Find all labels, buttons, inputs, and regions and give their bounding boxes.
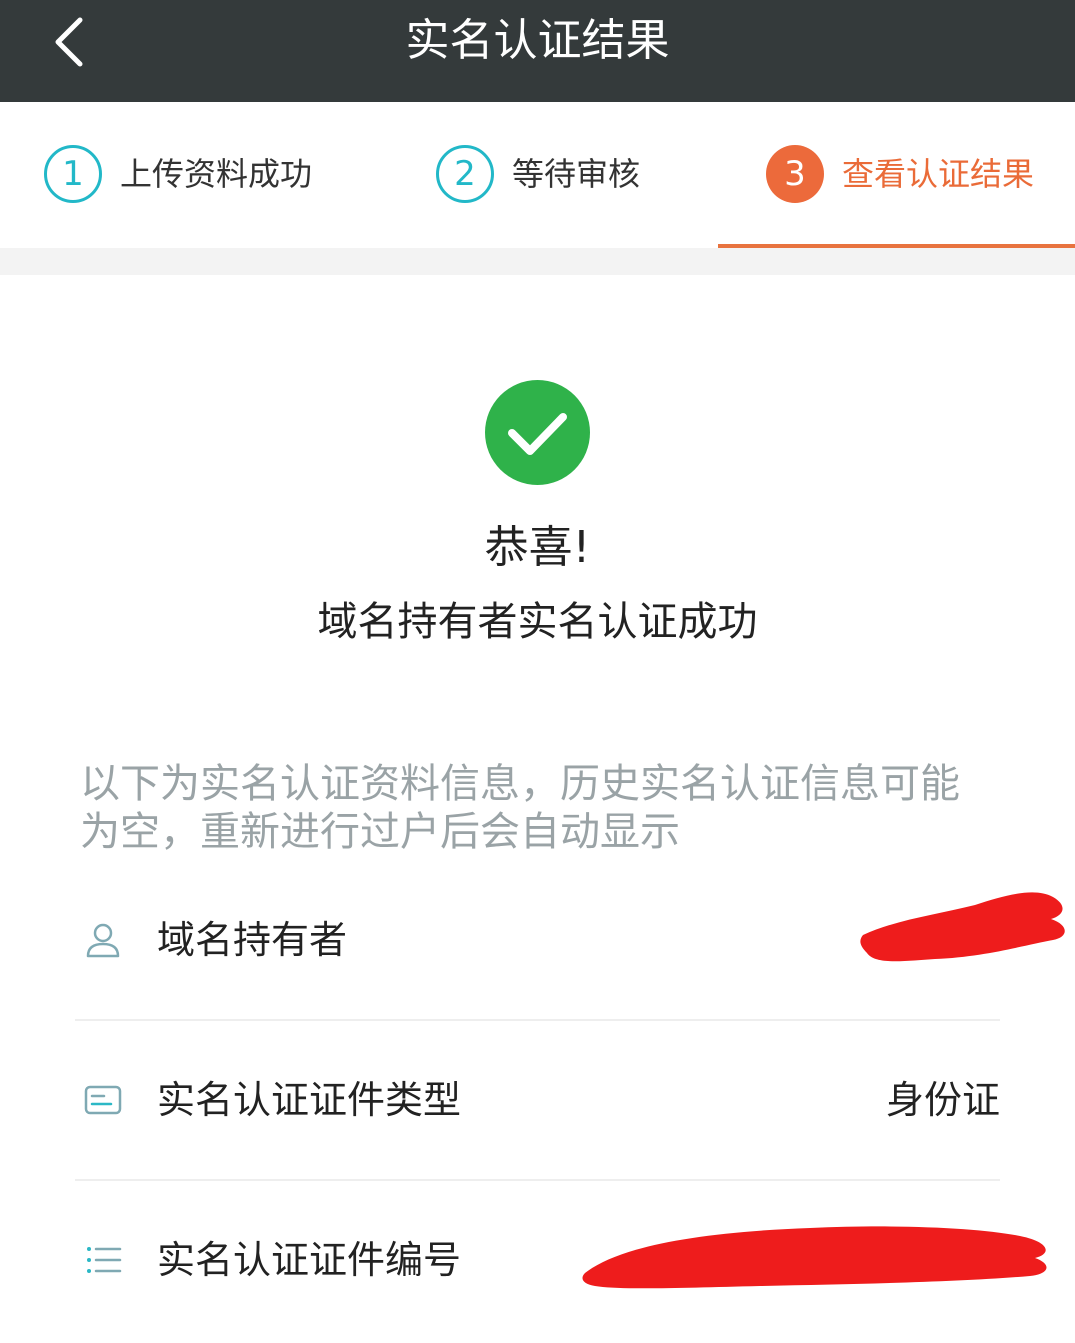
step-number-badge: 1 [44, 145, 102, 203]
detail-value: 身份证 [885, 1078, 1000, 1122]
step-number-badge: 2 [436, 145, 494, 203]
success-check-icon [485, 380, 590, 485]
title-bar: 实名认证结果 [0, 0, 1075, 102]
row-divider [75, 1019, 1000, 1021]
step-label: 查看认证结果 [842, 155, 1035, 193]
detail-row-id-type: 实名认证证件类型 身份证 [75, 1060, 1000, 1140]
detail-label: 实名认证证件编号 [157, 1238, 462, 1282]
step-progress-bar: 1 上传资料成功 2 等待审核 3 查看认证结果 [0, 102, 1075, 249]
congrats-heading: 恭喜! [484, 522, 591, 573]
page-title: 实名认证结果 [405, 15, 670, 66]
step-label: 等待审核 [512, 155, 641, 193]
id-card-icon [84, 1085, 122, 1115]
redaction-mark [582, 1226, 1047, 1289]
list-icon [87, 1247, 122, 1273]
success-message: 域名持有者实名认证成功 [317, 599, 758, 645]
step-number-badge: 3 [766, 145, 824, 203]
info-note: 以下为实名认证资料信息，历史实名认证信息可能为空，重新进行过户后会自动显示 [80, 761, 960, 855]
step-label: 上传资料成功 [120, 155, 313, 193]
detail-label: 域名持有者 [157, 918, 348, 962]
person-icon [86, 923, 120, 958]
redaction-mark [860, 892, 1065, 962]
section-separator [0, 248, 1075, 275]
detail-label: 实名认证证件类型 [157, 1078, 462, 1122]
row-divider [75, 1179, 1000, 1181]
